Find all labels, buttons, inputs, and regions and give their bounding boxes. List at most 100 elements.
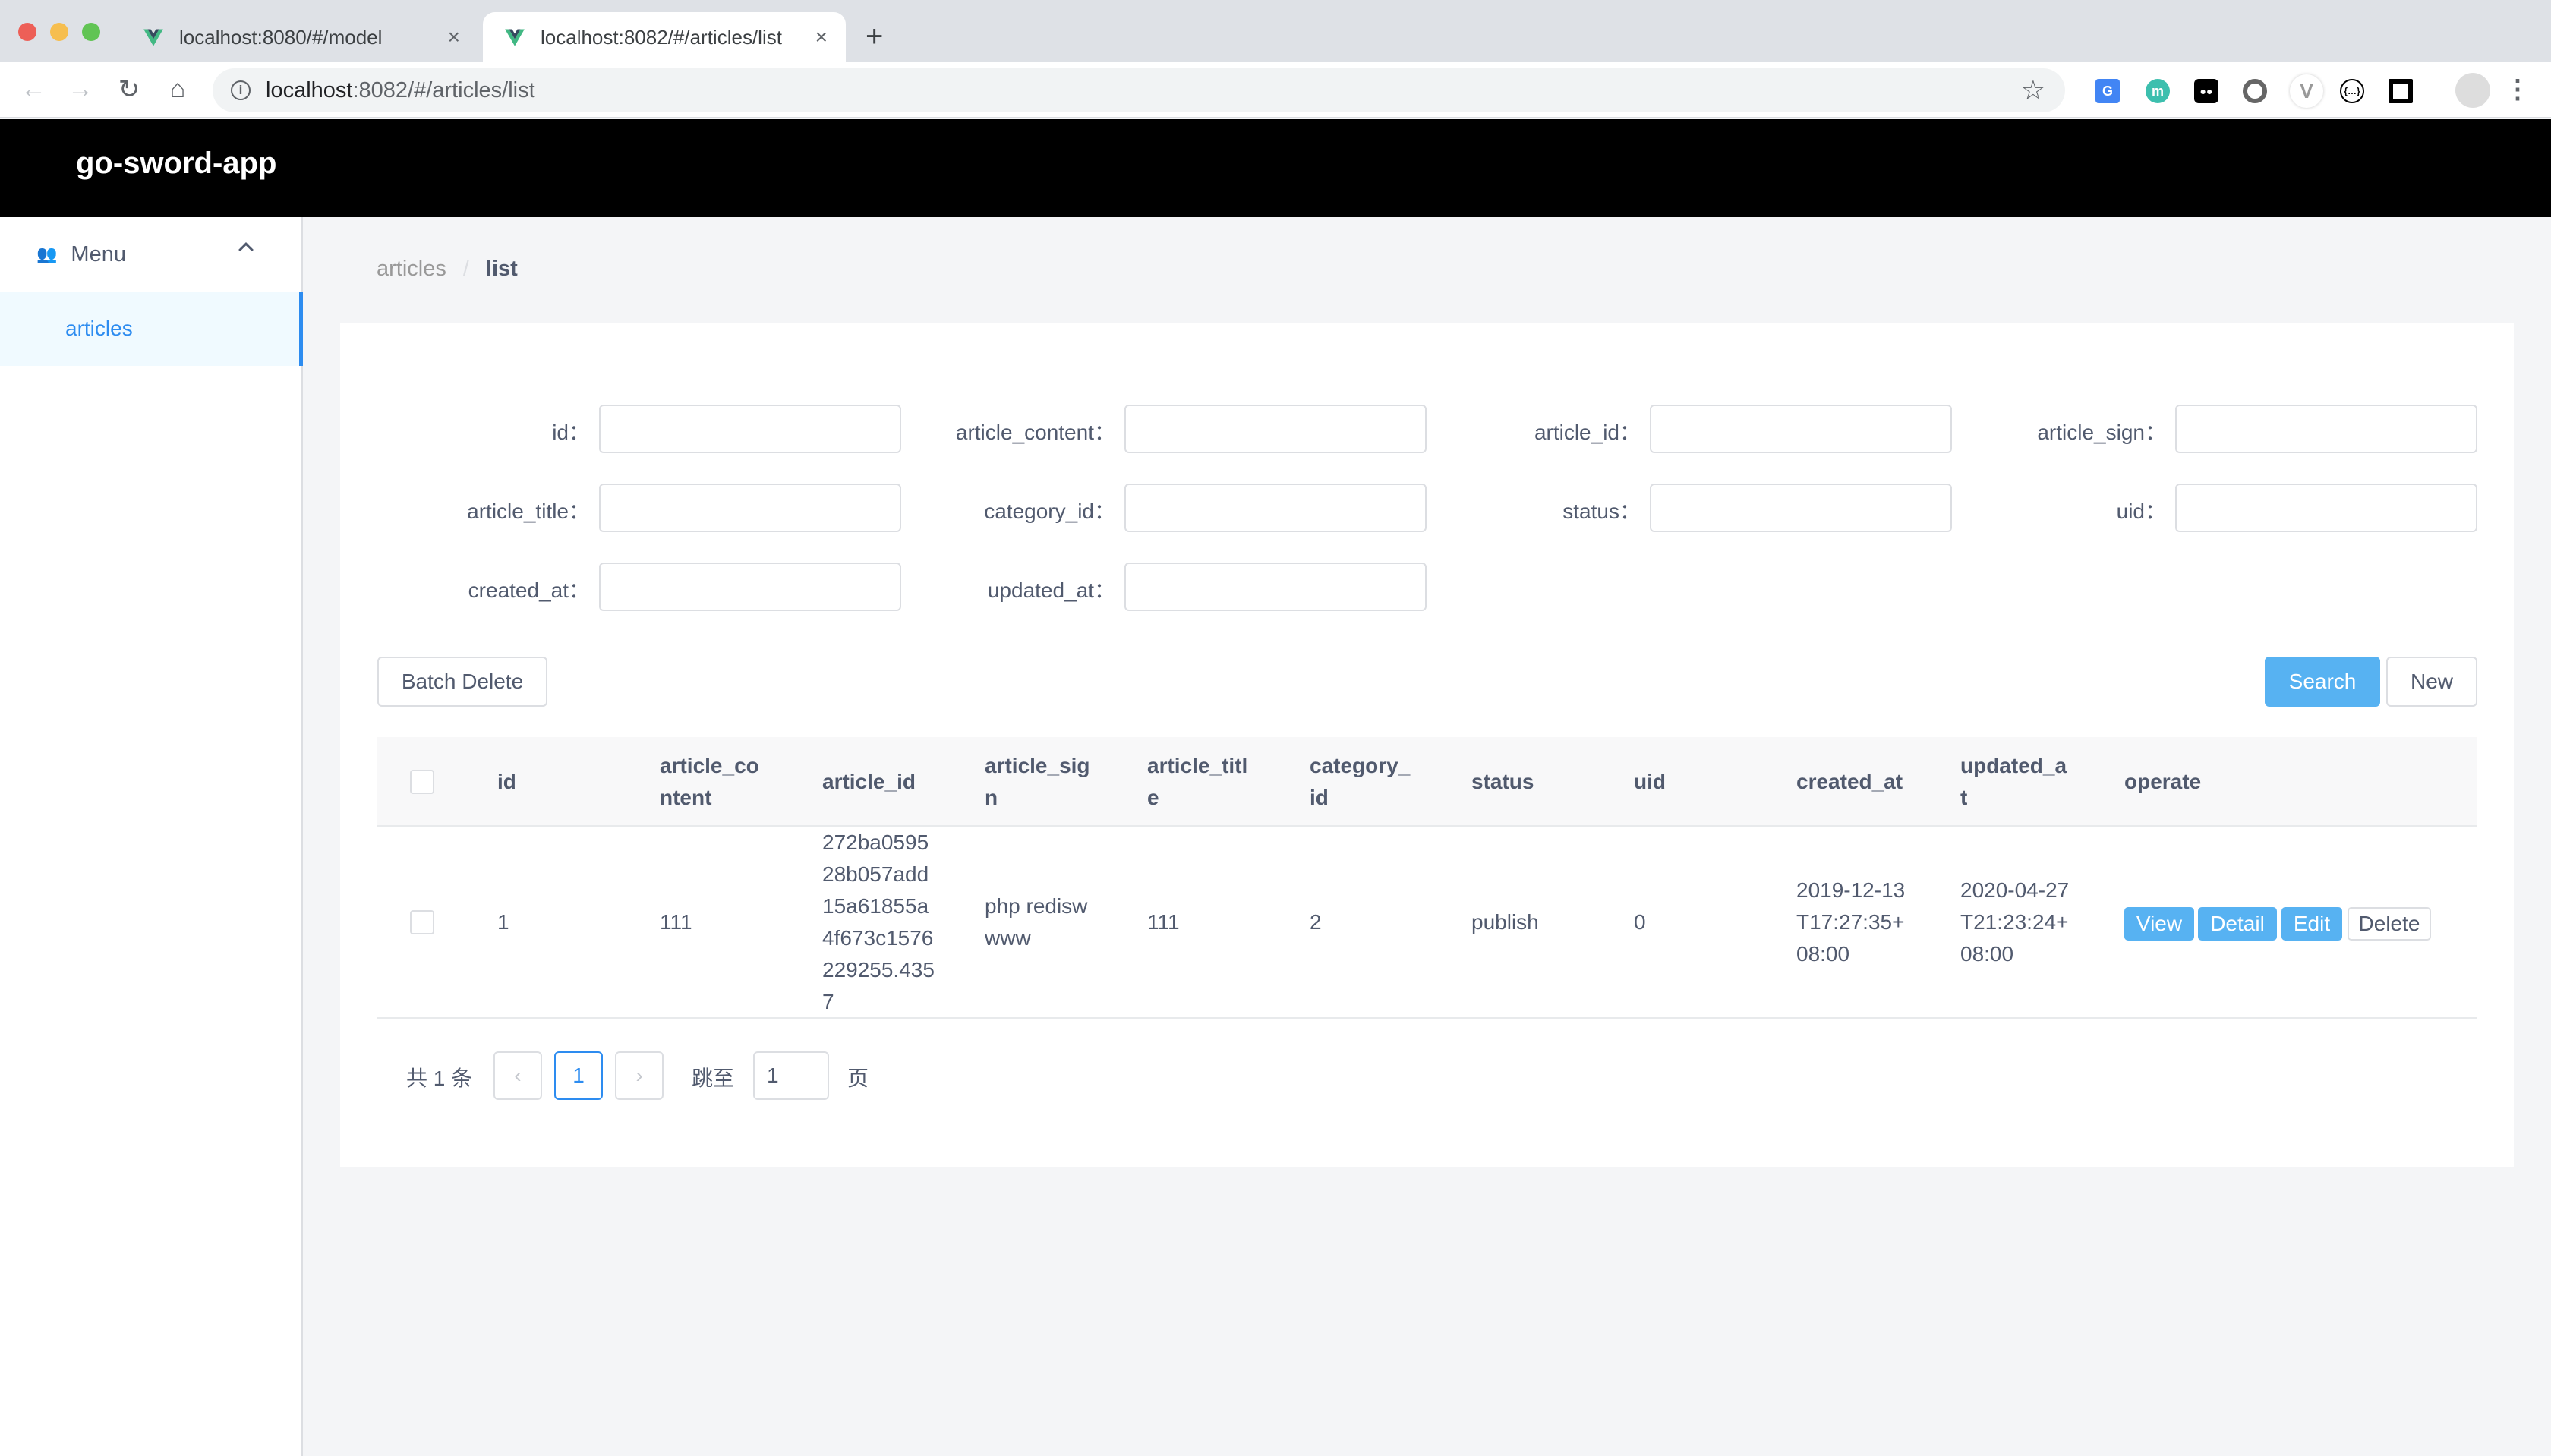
column-header-operate: operate xyxy=(2124,770,2202,793)
jump-to-label: 跳至 xyxy=(692,1067,735,1090)
detail-button[interactable]: Detail xyxy=(2198,907,2277,941)
browser-menu-icon[interactable]: ⋮ xyxy=(2502,74,2533,105)
site-info-icon[interactable]: i xyxy=(231,80,251,100)
browser-tab-articles[interactable]: localhost:8082/#/articles/list × xyxy=(483,12,846,62)
column-header-article-title[interactable]: article_title xyxy=(1147,750,1253,814)
delete-button[interactable]: Delete xyxy=(2348,907,2431,941)
json-viewer-icon[interactable]: {…} xyxy=(2340,79,2364,103)
vue-favicon-icon xyxy=(505,29,525,46)
column-header-uid[interactable]: uid xyxy=(1634,766,1774,798)
column-header-article-id[interactable]: article_id xyxy=(822,766,963,798)
updated-at-input[interactable] xyxy=(1124,563,1427,611)
cell-status: publish xyxy=(1471,910,1539,934)
sidebar-menu-toggle[interactable]: 👥 Menu xyxy=(0,217,301,292)
url-host: localhost xyxy=(266,77,353,102)
close-tab-icon[interactable]: × xyxy=(815,25,828,49)
close-tab-icon[interactable]: × xyxy=(448,25,460,49)
column-header-updated-at[interactable]: updated_at xyxy=(1960,750,2070,814)
column-header-created-at[interactable]: created_at xyxy=(1796,766,1937,798)
created-at-input[interactable] xyxy=(599,563,901,611)
breadcrumb: articles / list xyxy=(377,257,518,282)
label-created-at: created_at： xyxy=(468,578,590,602)
back-button[interactable]: ← xyxy=(18,74,49,104)
breadcrumb-separator: / xyxy=(462,257,469,281)
chevron-up-icon xyxy=(238,242,254,257)
column-header-status[interactable]: status xyxy=(1471,766,1612,798)
cell-created-at: 2019-12-13T17:27:35+08:00 xyxy=(1796,878,1906,966)
pagination-total: 共 1 条 xyxy=(406,1067,473,1090)
sidebar: 👥 Menu articles xyxy=(0,217,303,1456)
cell-updated-at: 2020-04-27T21:23:24+08:00 xyxy=(1960,878,2070,966)
label-id: id： xyxy=(552,421,590,444)
edit-button[interactable]: Edit xyxy=(2281,907,2342,941)
cell-article-content: 111 xyxy=(660,910,692,934)
people-icon: 👥 xyxy=(36,244,58,263)
tab-title: localhost:8080/#/model xyxy=(179,25,383,49)
article-title-input[interactable] xyxy=(599,484,901,532)
column-header-article-content[interactable]: article_content xyxy=(660,750,766,814)
table-header: id article_content article_id article_si… xyxy=(377,737,2477,827)
batch-delete-button[interactable]: Batch Delete xyxy=(377,657,547,707)
column-header-id[interactable]: id xyxy=(497,766,638,798)
app-title: go-sword-app xyxy=(76,147,277,180)
row-checkbox[interactable] xyxy=(410,910,434,934)
jump-to-page-input[interactable] xyxy=(753,1051,829,1100)
browser-tab-strip: localhost:8080/#/model × localhost:8082/… xyxy=(0,0,2551,62)
view-button[interactable]: View xyxy=(2124,907,2194,941)
sidebar-item-label: articles xyxy=(65,317,133,340)
mercury-icon[interactable]: m xyxy=(2146,79,2170,103)
tab-title: localhost:8082/#/articles/list xyxy=(541,25,782,49)
browser-tab-model[interactable]: localhost:8080/#/model × xyxy=(121,12,478,62)
square-extension-icon[interactable] xyxy=(2389,79,2413,103)
url-text[interactable]: localhost:8082/#/articles/list xyxy=(266,78,535,103)
breadcrumb-item-articles[interactable]: articles xyxy=(377,257,446,282)
cell-id: 1 xyxy=(497,910,509,934)
tampermonkey-icon[interactable]: ●● xyxy=(2194,79,2218,103)
column-header-article-sign[interactable]: article_sign xyxy=(985,750,1091,814)
article-content-input[interactable] xyxy=(1124,405,1427,453)
sidebar-item-articles[interactable]: articles xyxy=(0,292,303,366)
reload-button[interactable]: ↻ xyxy=(114,74,144,105)
forward-button[interactable]: → xyxy=(65,74,96,104)
label-category-id: category_id： xyxy=(984,500,1115,523)
cell-article-title: 111 xyxy=(1147,910,1180,934)
google-translate-icon[interactable]: G xyxy=(2095,79,2120,103)
page-1-button[interactable]: 1 xyxy=(554,1051,603,1100)
close-window-button[interactable] xyxy=(18,23,36,41)
menu-label: Menu xyxy=(71,241,126,266)
article-sign-input[interactable] xyxy=(2175,405,2477,453)
bookmark-star-icon[interactable]: ☆ xyxy=(2021,74,2045,106)
prev-page-button[interactable]: ‹ xyxy=(493,1051,542,1100)
profile-avatar-icon[interactable] xyxy=(2455,73,2490,108)
label-article-sign: article_sign： xyxy=(2037,421,2166,444)
id-input[interactable] xyxy=(599,405,901,453)
breadcrumb-item-list: list xyxy=(485,257,518,281)
select-all-checkbox[interactable] xyxy=(410,770,434,794)
label-article-title: article_title： xyxy=(467,500,590,523)
category-id-input[interactable] xyxy=(1124,484,1427,532)
new-tab-button[interactable]: + xyxy=(866,20,883,54)
content-card: id： article_content： article_id： article… xyxy=(340,323,2514,1167)
search-button[interactable]: Search xyxy=(2265,657,2380,707)
status-input[interactable] xyxy=(1650,484,1952,532)
minimize-window-button[interactable] xyxy=(50,23,68,41)
label-article-id: article_id： xyxy=(1534,421,1641,444)
maximize-window-button[interactable] xyxy=(82,23,100,41)
cell-article-id: 272ba059528b057add15a61855a4f673c1576229… xyxy=(822,830,935,1013)
cell-category-id: 2 xyxy=(1310,910,1322,934)
url-path: :8082/#/articles/list xyxy=(352,77,535,102)
vue-devtools-icon[interactable]: V xyxy=(2290,74,2323,108)
app-header: go-sword-app xyxy=(0,119,2551,217)
new-button[interactable]: New xyxy=(2386,657,2477,707)
column-header-category-id[interactable]: category_id xyxy=(1310,750,1416,814)
page-suffix-label: 页 xyxy=(847,1067,869,1090)
address-bar[interactable]: i localhost:8082/#/articles/list ☆ xyxy=(213,68,2065,112)
chevron-right-icon: › xyxy=(635,1064,643,1087)
uid-input[interactable] xyxy=(2175,484,2477,532)
circle-extension-icon[interactable] xyxy=(2243,79,2267,103)
label-status: status： xyxy=(1562,500,1641,523)
article-id-input[interactable] xyxy=(1650,405,1952,453)
cell-uid: 0 xyxy=(1634,910,1646,934)
home-button[interactable]: ⌂ xyxy=(162,74,193,104)
next-page-button[interactable]: › xyxy=(615,1051,664,1100)
